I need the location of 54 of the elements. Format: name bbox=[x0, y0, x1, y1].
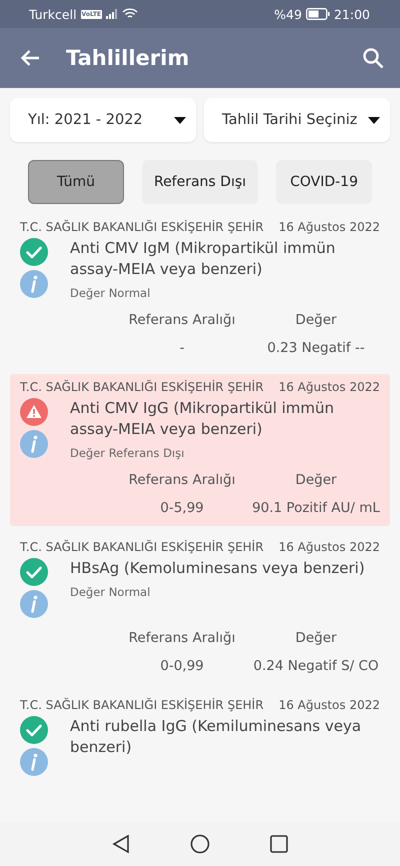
result-card[interactable]: T.C. SAĞLIK BAKANLIĞI ESKİŞEHİR ŞEHİR 16 Ağustos 2022 Anti CMV IgG (Mikropartikül immün assay-MEIA veya benzeri) Değer Referans Dışı Referans Aralığı Değer 0-5,99 90.1 Pozitif AU/ mL bbox=[10, 374, 390, 526]
column-header: Referans Aralığı bbox=[128, 472, 236, 488]
column-header: Referans Aralığı bbox=[128, 630, 236, 646]
signal-icon bbox=[106, 9, 118, 19]
screen-title: Tahlillerim bbox=[66, 46, 190, 70]
lab-source: T.C. SAĞLIK BAKANLIĞI ESKİŞEHİR ŞEHİR bbox=[20, 220, 264, 234]
clock-time: 21:00 bbox=[334, 6, 370, 22]
table-cell: 0.24 Negatif S/ CO bbox=[252, 658, 380, 674]
filter-dropdown[interactable]: Tahlil Tarihi Seçiniz bbox=[204, 98, 390, 142]
carrier-name: Turkcell bbox=[29, 6, 77, 22]
result-status: Değer Referans Dışı bbox=[70, 446, 186, 460]
column-header: Değer bbox=[294, 472, 338, 488]
lab-source: T.C. SAĞLIK BAKANLIĞI ESKİŞEHİR ŞEHİR bbox=[20, 540, 264, 554]
home-icon[interactable] bbox=[190, 834, 210, 854]
result-card[interactable]: T.C. SAĞLIK BAKANLIĞI ESKİŞEHİR ŞEHİR 16 Ağustos 2022 Anti rubella IgG (Kemiluminesans veya benzeri) bbox=[10, 692, 390, 786]
recents-icon[interactable] bbox=[270, 835, 288, 853]
battery-percent: %49 bbox=[274, 6, 302, 22]
check-icon bbox=[20, 716, 48, 744]
table-cell-text: 0-0,99 bbox=[159, 658, 205, 674]
lab-source: T.C. SAĞLIK BAKANLIĞI ESKİŞEHİR ŞEHİR bbox=[20, 380, 264, 394]
test-name: HBsAg (Kemoluminesans veya benzeri) bbox=[70, 558, 365, 579]
back-arrow-icon[interactable] bbox=[20, 49, 40, 67]
check-icon bbox=[20, 558, 48, 586]
caret-icon bbox=[368, 116, 380, 124]
test-name: Anti CMV IgG (Mikropartikül immün assay-MEIA veya benzeri) bbox=[70, 398, 336, 440]
result-card[interactable]: T.C. SAĞLIK BAKANLIĞI ESKİŞEHİR ŞEHİR 16 Ağustos 2022 HBsAg (Kemoluminesans veya benzeri) Değer Normal Referans Aralığı Değer 0-0,99 0.24 Negatif S/ CO bbox=[10, 534, 390, 684]
warning-icon bbox=[20, 398, 48, 426]
column-header: Referans Aralığı bbox=[128, 312, 236, 328]
filter-chip[interactable]: COVID-19 bbox=[276, 160, 372, 204]
wifi-icon bbox=[122, 8, 138, 20]
filter-dropdown[interactable]: Yıl: 2021 - 2022 bbox=[10, 98, 196, 142]
battery-icon bbox=[306, 8, 330, 20]
result-date: 16 Ağustos 2022 bbox=[278, 380, 380, 394]
table-cell-text: 0-5,99 bbox=[159, 500, 205, 516]
result-card[interactable]: T.C. SAĞLIK BAKANLIĞI ESKİŞEHİR ŞEHİR 16 Ağustos 2022 Anti CMV IgM (Mikropartikül immün assay-MEIA veya benzeri) Değer Normal Referans Aralığı Değer - 0.23 Negatif -- bbox=[10, 214, 390, 366]
filter-chip[interactable]: Tümü bbox=[28, 160, 124, 204]
filter-chip[interactable]: Referans Dışı bbox=[142, 160, 258, 204]
test-name: Anti CMV IgM (Mikropartikül immün assay-MEIA veya benzeri) bbox=[70, 238, 336, 280]
result-status: Değer Normal bbox=[70, 585, 152, 599]
back-icon[interactable] bbox=[112, 834, 130, 854]
result-date: 16 Ağustos 2022 bbox=[278, 698, 380, 712]
result-status: Değer Normal bbox=[70, 286, 152, 300]
table-cell-text: - bbox=[178, 340, 186, 356]
table-cell: 90.1 Pozitif AU/ mL bbox=[252, 500, 380, 516]
caret-icon bbox=[174, 116, 186, 124]
result-date: 16 Ağustos 2022 bbox=[278, 220, 380, 234]
check-icon bbox=[20, 238, 48, 266]
search-icon[interactable] bbox=[362, 47, 384, 69]
table-cell-text: 0.23 Negatif -- bbox=[266, 340, 366, 356]
result-date: 16 Ağustos 2022 bbox=[278, 540, 380, 554]
test-name: Anti rubella IgG (Kemiluminesans veya benzeri) bbox=[70, 716, 362, 758]
lab-source: T.C. SAĞLIK BAKANLIĞI ESKİŞEHİR ŞEHİR bbox=[20, 698, 264, 712]
column-header: Değer bbox=[294, 630, 338, 646]
column-header: Değer bbox=[294, 312, 338, 328]
